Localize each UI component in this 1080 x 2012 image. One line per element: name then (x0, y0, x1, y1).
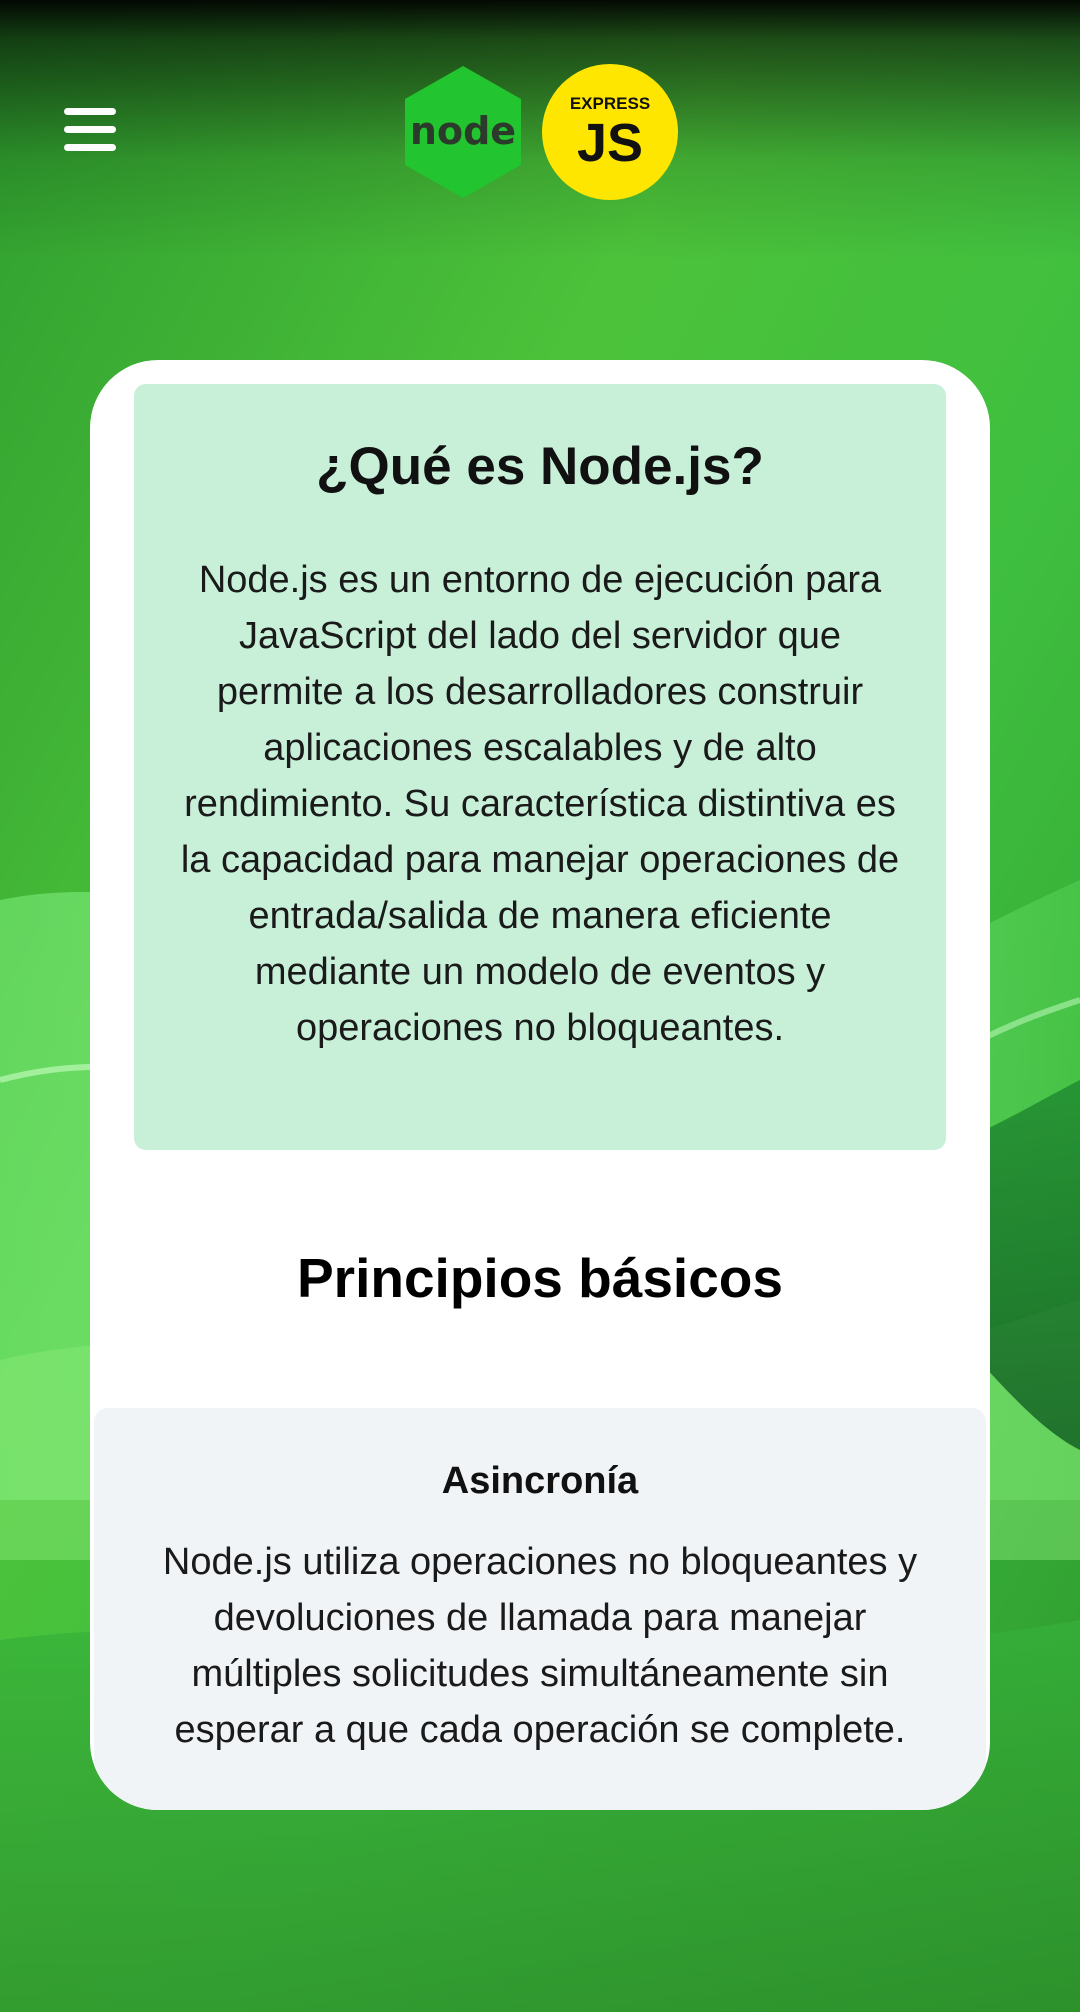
content-card: ¿Qué es Node.js? Node.js es un entorno d… (90, 360, 990, 1810)
svg-text:node: node (410, 109, 516, 153)
express-logo-small-text: EXPRESS (569, 94, 651, 113)
principle-card-asincronia: Asincronía Node.js utiliza operaciones n… (94, 1408, 986, 1810)
express-logo-big-text: JS (576, 113, 644, 173)
node-logo-icon: node (405, 66, 521, 198)
express-logo-icon: EXPRESS JS (542, 64, 678, 200)
principles-title: Principios básicos (296, 1247, 783, 1309)
principle-title: Asincronía (441, 1460, 639, 1502)
intro-title: ¿Qué es Node.js? (316, 437, 764, 496)
intro-section: ¿Qué es Node.js? Node.js es un entorno d… (134, 384, 946, 1150)
header-logos: node EXPRESS JS (402, 64, 678, 200)
principle-text: Node.js utiliza operaciones no bloqueant… (162, 1541, 918, 1751)
hamburger-menu-icon[interactable] (64, 104, 118, 154)
intro-text: Node.js es un entorno de ejecución para … (180, 559, 900, 1049)
